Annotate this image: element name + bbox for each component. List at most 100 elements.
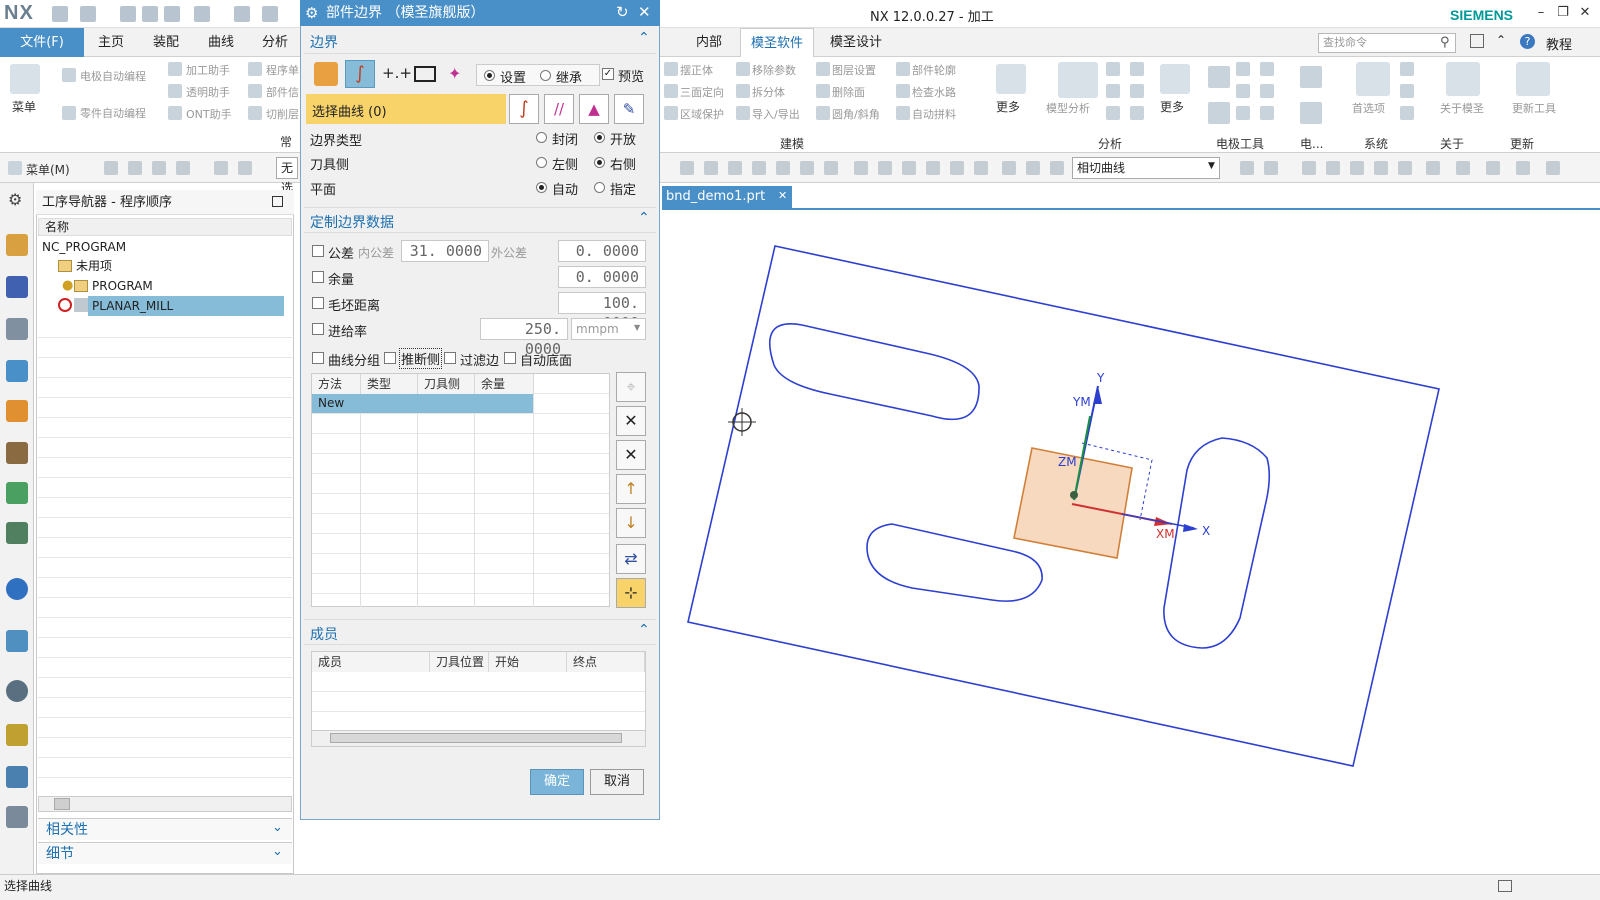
machine-tool-view-icon[interactable] (6, 234, 28, 256)
type-filter-dropdown[interactable]: 无选 (276, 157, 298, 195)
info-icon[interactable] (6, 578, 28, 600)
navigator-hscrollbar[interactable] (38, 796, 292, 812)
view-icon[interactable] (1374, 161, 1388, 175)
ribbon-item[interactable]: 部件信 (266, 84, 299, 100)
electrode-extra-1-icon[interactable] (1300, 66, 1322, 88)
snap-icon[interactable] (704, 161, 718, 175)
clock-icon[interactable] (6, 680, 28, 702)
ribbon-item[interactable]: 圆角/斜角 (832, 106, 880, 122)
close-window-icon[interactable]: ✕ (1576, 5, 1594, 21)
tutorial-link[interactable]: 教程 (1546, 34, 1572, 53)
curve-rule-dropdown[interactable]: 相切曲线 (1072, 157, 1220, 179)
select-rectangle-icon[interactable] (414, 66, 436, 82)
snap-icon[interactable] (824, 161, 838, 175)
snap-icon[interactable] (752, 161, 766, 175)
menu-icon[interactable] (8, 161, 22, 175)
toolbar-icon[interactable] (238, 161, 252, 175)
blank-distance-input[interactable]: 100. 0000 (558, 292, 646, 332)
program-order-view-icon[interactable] (6, 276, 28, 298)
ribbon-item[interactable]: 透明助手 (186, 84, 230, 100)
ribbon-item[interactable]: 检查水路 (912, 84, 956, 100)
undo-icon[interactable] (80, 6, 96, 22)
update-tool-button[interactable]: 更新工具 (1512, 100, 1556, 116)
menu-big-icon[interactable] (10, 64, 40, 94)
tab-mosheng-software[interactable]: 模圣软件 (740, 28, 815, 57)
search-icon[interactable]: ⚲ (1440, 35, 1450, 50)
snap-icon[interactable] (800, 161, 814, 175)
auto-floor-checkbox[interactable] (504, 352, 516, 364)
parallel-lines-icon[interactable]: // (544, 94, 574, 124)
move-up-icon[interactable]: ↑ (616, 474, 646, 504)
geometry-view-icon[interactable] (6, 318, 28, 340)
snap-icon[interactable] (1026, 161, 1040, 175)
operation-navigator-icon[interactable] (6, 360, 28, 382)
cut-icon[interactable] (120, 6, 136, 22)
chevron-down-icon[interactable]: ⌄ (272, 844, 283, 859)
update-tool-icon[interactable] (1516, 62, 1550, 96)
system-1-icon[interactable] (1400, 62, 1414, 76)
toolbar-icon[interactable] (104, 161, 118, 175)
ribbon-menu-label[interactable]: 菜单 (12, 98, 36, 115)
system-3-icon[interactable] (1400, 106, 1414, 120)
menu-dropdown[interactable]: 菜单(M) (26, 161, 70, 178)
select-points-icon[interactable]: +.+ (382, 64, 412, 82)
preferences-button[interactable]: 首选项 (1352, 100, 1385, 116)
closed-radio[interactable] (536, 132, 547, 143)
stock-input[interactable]: 0. 0000 (558, 266, 646, 288)
infer-side-checkbox[interactable] (384, 352, 396, 364)
tab-analysis[interactable]: 分析 (252, 28, 298, 57)
select-face-icon[interactable] (314, 62, 338, 86)
electrode-tool-7-icon[interactable] (1260, 84, 1274, 98)
maximize-icon[interactable] (272, 196, 283, 207)
graphics-canvas[interactable]: YM Y ZM XM X (662, 208, 1600, 874)
electrode-tool-8-icon[interactable] (1260, 106, 1274, 120)
about-mosheng-button[interactable]: 关于模圣 (1440, 100, 1484, 116)
inherit-radio[interactable] (540, 70, 551, 81)
ribbon-item[interactable]: 图层设置 (832, 62, 876, 78)
view-icon[interactable] (1486, 161, 1500, 175)
ok-button[interactable]: 确定 (530, 769, 584, 795)
toolbar-icon[interactable] (1240, 161, 1254, 175)
more-button[interactable]: 更多 (996, 98, 1020, 115)
window-icon[interactable] (262, 6, 278, 22)
analysis-tool-4-icon[interactable] (1130, 62, 1144, 76)
column-header[interactable]: 方法 (312, 374, 361, 394)
tools-icon[interactable] (6, 806, 28, 828)
tree-item-planar-mill[interactable]: PLANAR_MILL (92, 296, 173, 316)
stock-checkbox[interactable] (312, 271, 324, 283)
chevron-up-icon[interactable]: ⌃ (638, 622, 650, 638)
ribbon-item[interactable]: 零件自动编程 (80, 105, 146, 121)
ribbon-item[interactable]: 切削层 (266, 106, 299, 122)
column-header[interactable]: 开始 (489, 652, 567, 672)
members-section-header[interactable] (304, 619, 656, 645)
ribbon-item[interactable]: 电极自动编程 (80, 68, 146, 84)
toolbar-icon[interactable] (1264, 161, 1278, 175)
curve-type-icon[interactable]: ∫ (509, 94, 539, 124)
reuse-library-icon[interactable] (6, 400, 28, 422)
snap-icon[interactable] (974, 161, 988, 175)
history-icon[interactable] (6, 522, 28, 544)
file-menu[interactable]: 文件(F) (0, 28, 84, 57)
snap-icon[interactable] (878, 161, 892, 175)
palette-icon[interactable] (6, 482, 28, 504)
chevron-down-icon[interactable]: ⌄ (272, 820, 283, 835)
copy-icon[interactable] (142, 6, 158, 22)
help-icon[interactable]: ? (1520, 34, 1535, 49)
brush-select-icon[interactable]: ✎ (614, 94, 644, 124)
csys-icon[interactable]: ⊹ (616, 578, 646, 608)
restore-icon[interactable]: ❐ (1554, 5, 1572, 21)
more-analysis-icon[interactable] (1160, 64, 1190, 94)
ribbon-item[interactable]: 加工助手 (186, 62, 230, 78)
ribbon-item[interactable]: 拆分体 (752, 84, 785, 100)
tree-item-unused[interactable]: 未用项 (76, 256, 112, 276)
roles-icon[interactable] (6, 724, 28, 746)
view-icon[interactable] (1302, 161, 1316, 175)
scrollbar-thumb[interactable] (330, 733, 622, 743)
reset-icon[interactable]: ↻ (616, 3, 629, 21)
analysis-tool-2-icon[interactable] (1106, 84, 1120, 98)
move-down-icon[interactable]: ↓ (616, 508, 646, 538)
repeat-command-icon[interactable] (194, 6, 210, 22)
minimize-icon[interactable]: – (1532, 5, 1550, 21)
feed-rate-checkbox[interactable] (312, 323, 324, 335)
electrode-tool-4-icon[interactable] (1236, 84, 1250, 98)
